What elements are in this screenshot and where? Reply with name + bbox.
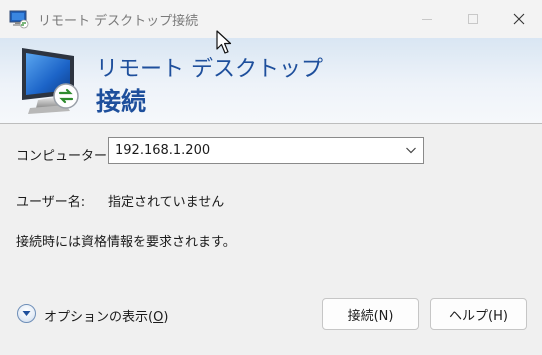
computer-combobox[interactable]: 192.168.1.200 (108, 137, 424, 164)
credentials-info-text: 接続時には資格情報を要求されます。 (16, 235, 236, 250)
remote-desktop-monitor-icon (22, 48, 79, 114)
maximize-button[interactable] (450, 0, 496, 38)
remote-desktop-connection-window: リモート デスクトップ接続 リモート デスクトップ 接続 コンピューター(C):… (0, 0, 542, 355)
banner-title-line2: 接続 (96, 87, 147, 116)
close-icon (513, 13, 525, 25)
window-title: リモート デスクトップ接続 (38, 14, 199, 29)
show-options-toggle[interactable]: オプションの表示(O) (17, 303, 177, 327)
username-label: ユーザー名: (16, 195, 86, 210)
expand-options-icon[interactable] (17, 304, 36, 323)
mouse-cursor-icon (216, 30, 232, 54)
maximize-icon (468, 14, 478, 24)
chevron-down-icon[interactable] (405, 144, 417, 156)
username-value: 指定されていません (108, 195, 225, 210)
banner-title-line1: リモート デスクトップ (96, 57, 323, 82)
title-bar[interactable]: リモート デスクトップ接続 (0, 0, 542, 38)
rdp-app-icon (9, 10, 29, 29)
connect-button[interactable]: 接続(N) (322, 298, 419, 330)
close-button[interactable] (496, 0, 542, 38)
minimize-icon (422, 18, 432, 20)
help-button[interactable]: ヘルプ(H) (430, 298, 527, 330)
header-banner: リモート デスクトップ 接続 (0, 38, 542, 124)
minimize-button[interactable] (404, 0, 450, 38)
show-options-label[interactable]: オプションの表示(O) (44, 306, 168, 325)
computer-value[interactable]: 192.168.1.200 (115, 143, 210, 158)
